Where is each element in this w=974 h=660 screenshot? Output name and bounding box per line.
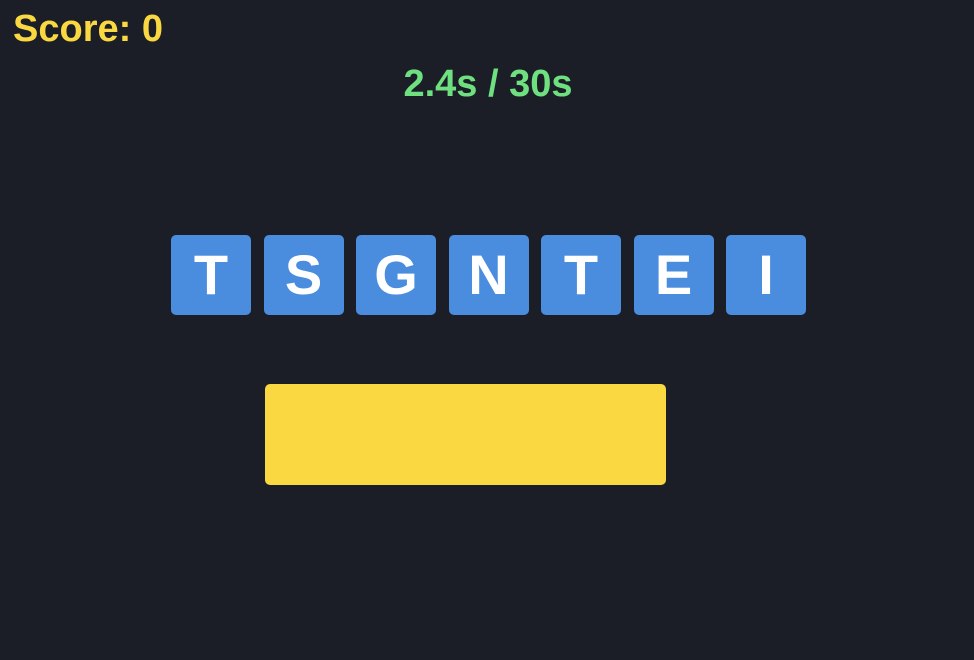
letter-tile[interactable]: S [263,235,344,315]
timer-display: 2.4s / 30s [403,63,573,105]
letter-tile[interactable]: T [171,235,251,315]
letter-tile[interactable]: I [726,235,806,315]
letter-tile[interactable]: G [356,235,436,315]
letter-tile[interactable]: N [448,235,529,315]
letter-tiles: T S G N T E I [171,235,806,315]
letter-tile[interactable]: T [541,235,621,315]
score-display: Score: 0 [13,8,163,50]
game-stage: Score: 0 2.4s / 30s T S G N T E I [0,0,974,660]
letter-tile[interactable]: E [633,235,714,315]
answer-box[interactable] [265,384,666,485]
